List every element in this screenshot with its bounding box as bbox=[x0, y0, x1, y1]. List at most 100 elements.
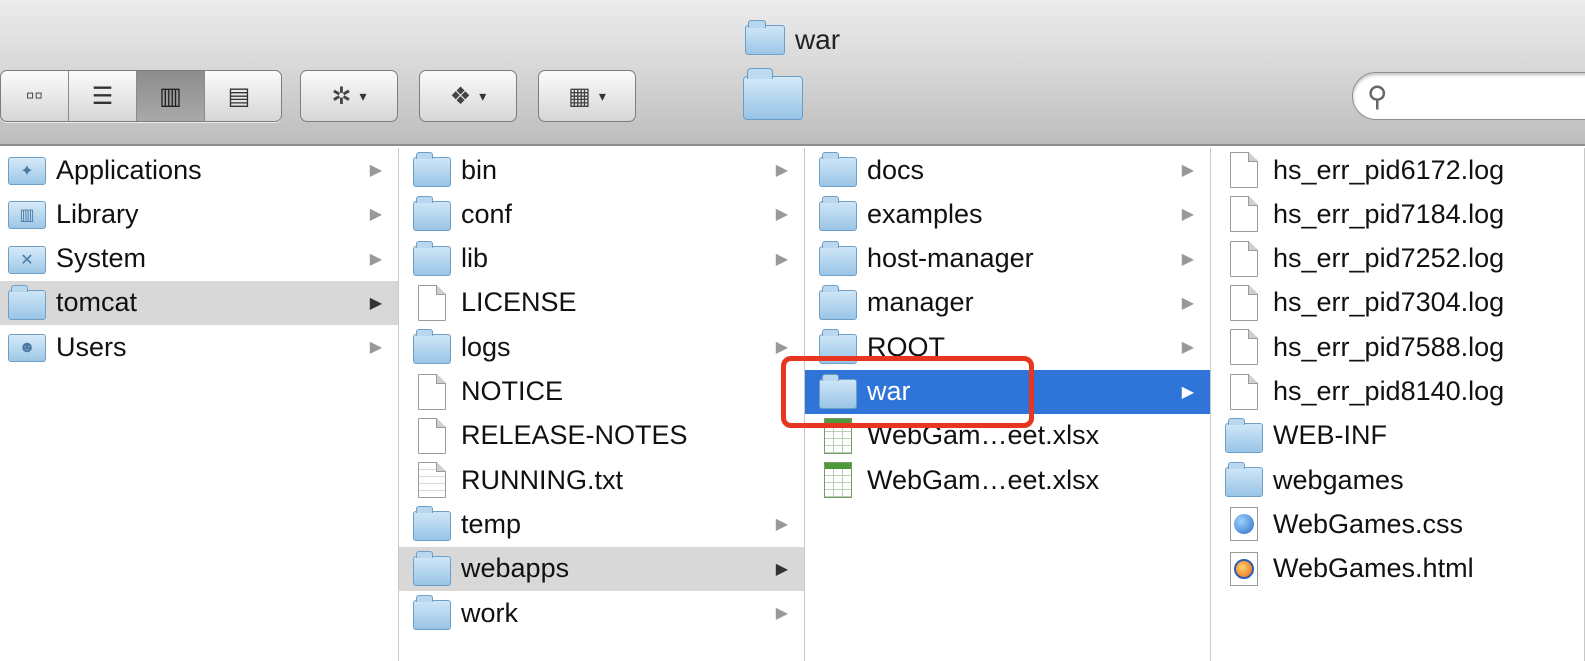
file-name: conf bbox=[461, 198, 513, 229]
chevron-down-icon: ▾ bbox=[479, 87, 487, 104]
file-row[interactable]: webapps ▶ bbox=[399, 546, 804, 591]
file-row[interactable]: hs_err_pid8140.log bbox=[1211, 370, 1584, 414]
file-row[interactable]: NOTICE bbox=[399, 370, 804, 414]
disclosure-arrow-icon: ▶ bbox=[369, 339, 382, 357]
folder-icon bbox=[819, 240, 857, 276]
list-icon: ☰ bbox=[91, 82, 114, 110]
disclosure-arrow-icon: ▶ bbox=[775, 339, 788, 357]
column-tomcat: bin ▶ conf ▶ lib ▶ LICENSE logs ▶ NOTICE RELEASE-N… bbox=[399, 148, 805, 661]
folder-icon bbox=[1225, 417, 1263, 453]
file-row[interactable]: ▥ Library ▶ bbox=[0, 192, 398, 236]
file-name: manager bbox=[867, 287, 974, 318]
file-row[interactable]: hs_err_pid7184.log bbox=[1211, 192, 1584, 236]
document-icon bbox=[418, 417, 446, 454]
document-icon bbox=[418, 373, 446, 410]
file-row[interactable]: ✕ System ▶ bbox=[0, 237, 398, 281]
file-row[interactable]: work ▶ bbox=[399, 591, 804, 635]
file-row[interactable]: webgames bbox=[1211, 458, 1584, 502]
file-row[interactable]: host-manager ▶ bbox=[805, 237, 1210, 281]
column-webapps: docs ▶ examples ▶ host-manager ▶ manager ▶ ROOT ▶… bbox=[805, 148, 1211, 661]
library-folder-icon: ▥ bbox=[8, 201, 46, 230]
dropbox-menu-button[interactable]: ❖ ▾ bbox=[419, 70, 517, 122]
folder-icon bbox=[413, 240, 451, 276]
file-name: hs_err_pid7588.log bbox=[1273, 331, 1505, 362]
file-row[interactable]: temp ▶ bbox=[399, 502, 804, 546]
file-row[interactable]: RELEASE-NOTES bbox=[399, 414, 804, 458]
folder-icon bbox=[744, 20, 785, 55]
arrange-icon: ▦ bbox=[568, 82, 591, 110]
arrange-menu-button[interactable]: ▦ ▾ bbox=[538, 70, 636, 122]
disclosure-arrow-icon: ▶ bbox=[1181, 206, 1194, 224]
file-row[interactable]: WebGames.css bbox=[1211, 502, 1584, 546]
folder-icon bbox=[413, 595, 451, 630]
disclosure-arrow-icon: ▶ bbox=[369, 294, 382, 312]
chevron-down-icon: ▾ bbox=[598, 87, 606, 104]
file-name: WebGam…eet.xlsx bbox=[867, 464, 1100, 495]
file-name: webgames bbox=[1273, 464, 1404, 495]
folder-icon[interactable] bbox=[743, 68, 803, 120]
file-row[interactable]: bin ▶ bbox=[399, 148, 804, 192]
file-name: lib bbox=[461, 243, 489, 274]
file-row[interactable]: ☻ Users ▶ bbox=[0, 325, 398, 369]
disclosure-arrow-icon: ▶ bbox=[775, 605, 788, 622]
file-row[interactable]: ROOT ▶ bbox=[805, 325, 1210, 369]
folder-icon bbox=[819, 329, 857, 365]
file-row[interactable]: war ▶ bbox=[805, 369, 1210, 414]
document-icon bbox=[1230, 373, 1258, 410]
file-name: WebGames.css bbox=[1273, 508, 1464, 539]
file-row[interactable]: hs_err_pid7588.log bbox=[1211, 325, 1584, 369]
folder-icon bbox=[413, 550, 451, 586]
applications-folder-icon: ✦ bbox=[8, 157, 46, 185]
document-icon bbox=[1230, 152, 1258, 188]
file-row[interactable]: manager ▶ bbox=[805, 281, 1210, 325]
file-name: hs_err_pid8140.log bbox=[1273, 376, 1505, 406]
grid-icon: ▫▫ bbox=[25, 82, 43, 109]
file-row[interactable]: conf ▶ bbox=[399, 192, 804, 236]
file-row[interactable]: hs_err_pid7252.log bbox=[1211, 237, 1584, 281]
coverflow-view-button[interactable]: ▤ bbox=[205, 71, 273, 121]
list-view-button[interactable]: ☰ bbox=[69, 71, 137, 121]
file-row[interactable]: WEB-INF bbox=[1211, 414, 1584, 458]
file-row[interactable]: WebGames.html bbox=[1211, 547, 1584, 591]
file-row[interactable]: ✦ Applications ▶ bbox=[0, 148, 398, 192]
file-name: host-manager bbox=[867, 243, 1034, 274]
file-name: Users bbox=[56, 331, 127, 362]
window-title-text: war bbox=[794, 24, 841, 55]
system-folder-icon: ✕ bbox=[8, 245, 46, 274]
file-row[interactable]: tomcat ▶ bbox=[0, 280, 398, 325]
file-row[interactable]: RUNNING.txt bbox=[399, 458, 804, 502]
file-name: Library bbox=[56, 198, 139, 229]
file-row[interactable]: lib ▶ bbox=[399, 237, 804, 281]
file-row[interactable]: WebGam…eet.xlsx bbox=[805, 458, 1210, 502]
file-row[interactable]: LICENSE bbox=[399, 281, 804, 325]
spreadsheet-icon bbox=[824, 462, 852, 499]
file-row[interactable]: examples ▶ bbox=[805, 192, 1210, 236]
column-view-button[interactable]: ▥ bbox=[137, 71, 205, 121]
file-name: logs bbox=[461, 331, 511, 362]
file-name: bin bbox=[461, 154, 498, 185]
file-row[interactable]: hs_err_pid6172.log bbox=[1211, 148, 1584, 192]
file-row[interactable]: hs_err_pid7304.log bbox=[1211, 281, 1584, 325]
folder-icon bbox=[819, 196, 857, 232]
disclosure-arrow-icon: ▶ bbox=[1181, 294, 1194, 312]
file-name: war bbox=[867, 376, 911, 406]
file-name: NOTICE bbox=[461, 376, 564, 406]
file-row[interactable]: docs ▶ bbox=[805, 148, 1210, 192]
disclosure-arrow-icon: ▶ bbox=[775, 516, 788, 534]
disclosure-arrow-icon: ▶ bbox=[1181, 250, 1194, 268]
file-name: WEB-INF bbox=[1273, 420, 1387, 451]
columns-icon: ▥ bbox=[159, 82, 182, 110]
folder-icon bbox=[8, 284, 46, 320]
folder-icon bbox=[819, 373, 857, 409]
file-row[interactable]: WebGam…eet.xlsx bbox=[805, 414, 1210, 458]
icon-view-button[interactable]: ▫▫ bbox=[1, 71, 69, 121]
file-name: RUNNING.txt bbox=[461, 464, 623, 495]
folder-icon bbox=[413, 152, 451, 187]
action-menu-button[interactable]: ✲ ▾ bbox=[300, 70, 398, 122]
search-field[interactable]: ⚲ bbox=[1352, 72, 1585, 120]
file-name: examples bbox=[867, 198, 983, 229]
file-name: WebGam…eet.xlsx bbox=[867, 420, 1100, 451]
css-file-icon bbox=[1230, 507, 1258, 542]
file-row[interactable]: logs ▶ bbox=[399, 325, 804, 369]
document-icon bbox=[418, 284, 446, 321]
